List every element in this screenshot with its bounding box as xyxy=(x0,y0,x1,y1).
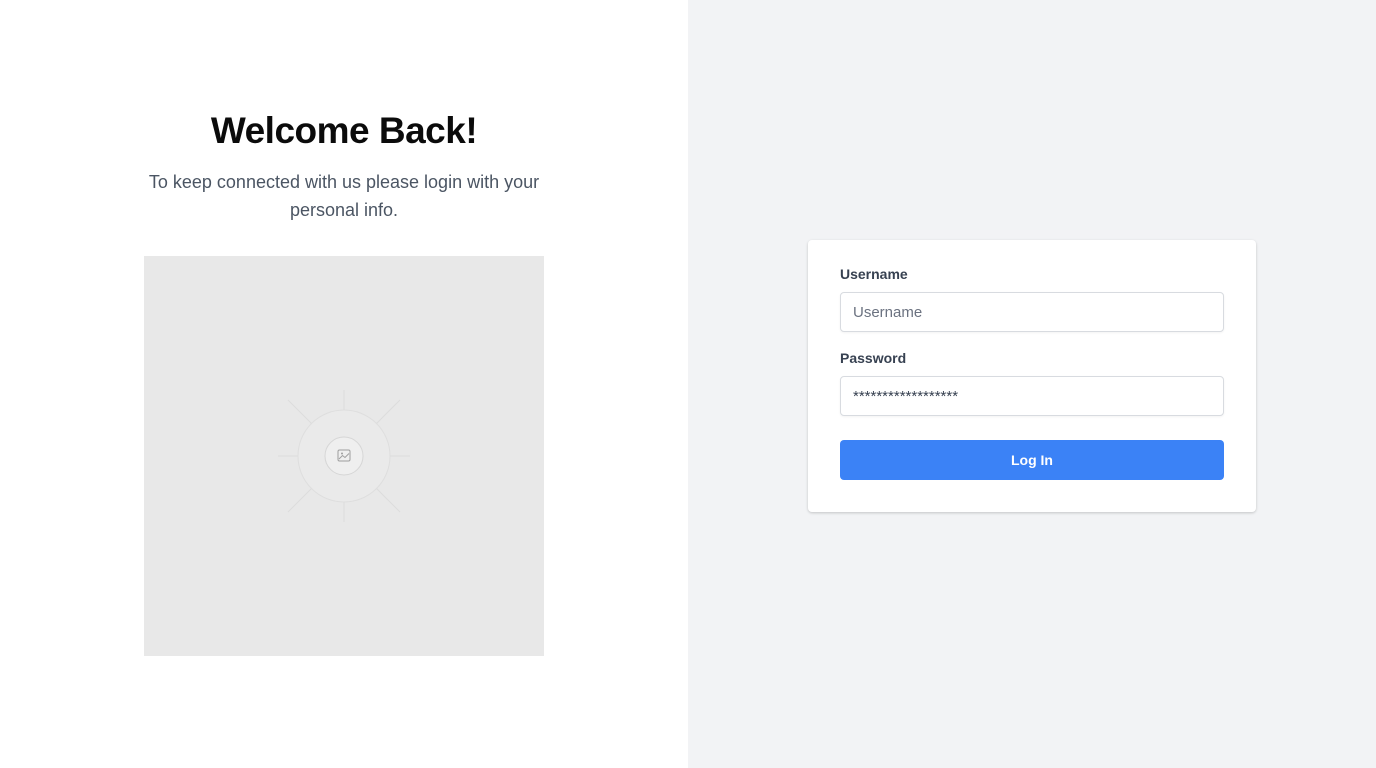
password-label: Password xyxy=(840,350,907,366)
username-label: Username xyxy=(840,266,908,282)
username-input[interactable] xyxy=(840,292,1224,332)
image-placeholder-graphic xyxy=(278,390,410,522)
login-panel: Username Password Log In xyxy=(688,0,1376,768)
image-placeholder xyxy=(144,256,544,656)
login-button[interactable]: Log In xyxy=(840,440,1224,480)
login-form: Username Password Log In xyxy=(808,240,1256,512)
welcome-subtitle: To keep connected with us please login w… xyxy=(148,172,540,220)
welcome-panel: Welcome Back! To keep connected with us … xyxy=(0,0,688,768)
welcome-title: Welcome Back! xyxy=(210,110,478,151)
password-input[interactable] xyxy=(840,376,1224,416)
